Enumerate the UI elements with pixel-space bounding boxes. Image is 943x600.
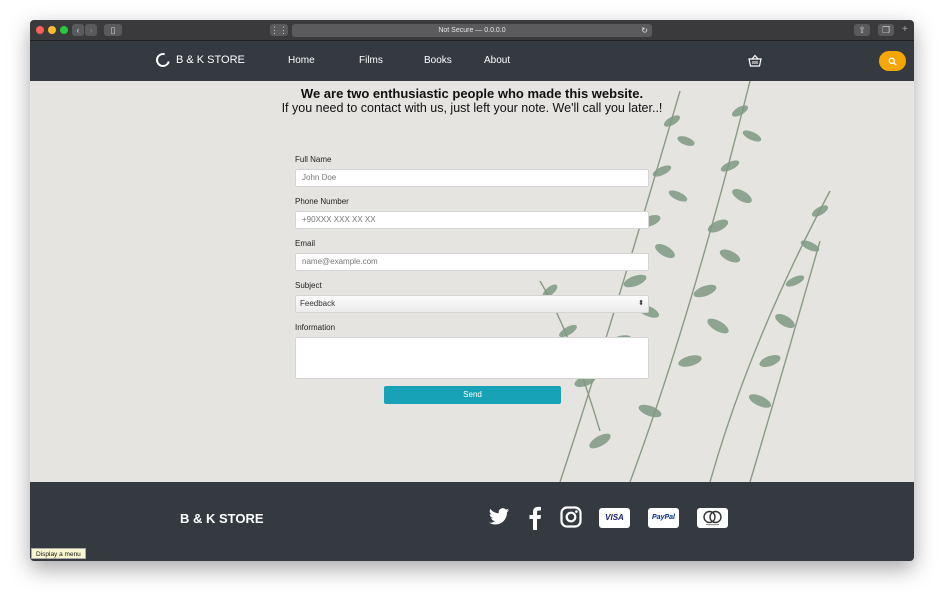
select-arrows-icon: ⬍ — [638, 300, 644, 307]
phone-label: Phone Number — [295, 197, 349, 206]
full-name-input[interactable]: John Doe — [295, 169, 649, 187]
hero-subtitle: If you need to contact with us, just lef… — [281, 101, 663, 115]
site-logo[interactable]: B & K STORE — [153, 50, 245, 70]
subject-label: Subject — [295, 281, 322, 290]
tabs-icon[interactable]: ❐ — [878, 24, 894, 36]
nav-films[interactable]: Films — [359, 55, 383, 66]
sidebar-icon[interactable]: ▯ — [104, 24, 122, 36]
email-label: Email — [295, 239, 316, 248]
hero-title: We are two enthusiastic people who made … — [300, 86, 644, 101]
new-tab-icon[interactable]: + — [902, 24, 908, 35]
full-name-label: Full Name — [295, 155, 332, 164]
facebook-icon[interactable] — [528, 506, 542, 530]
close-window-button[interactable] — [36, 26, 44, 34]
browser-window: ‹ › ▯ ⋮⋮ Not Secure — 0.0.0.0 ↻ ⇧ ❐ + B … — [30, 20, 914, 561]
mastercard-icon — [697, 508, 728, 528]
information-textarea[interactable] — [295, 337, 649, 379]
forward-icon[interactable]: › — [85, 24, 97, 36]
share-icon[interactable]: ⇧ — [854, 24, 870, 36]
site-navbar: B & K STORE Home Films Books About — [30, 41, 914, 81]
minimize-window-button[interactable] — [48, 26, 56, 34]
nav-home[interactable]: Home — [288, 55, 315, 66]
phone-placeholder: +90XXX XXX XX XX — [302, 215, 376, 224]
twitter-icon[interactable] — [488, 506, 510, 528]
full-name-placeholder: John Doe — [302, 173, 337, 182]
phone-input[interactable]: +90XXX XXX XX XX — [295, 211, 649, 229]
logo-ring-icon — [153, 50, 173, 70]
send-button[interactable]: Send — [384, 386, 561, 404]
nav-books[interactable]: Books — [424, 55, 452, 66]
zoom-window-button[interactable] — [60, 26, 68, 34]
cart-icon[interactable] — [748, 54, 762, 68]
subject-selected: Feedback — [300, 299, 336, 308]
browser-titlebar: ‹ › ▯ ⋮⋮ Not Secure — 0.0.0.0 ↻ ⇧ ❐ + — [30, 20, 914, 41]
search-icon — [888, 57, 897, 66]
visa-icon: VISA — [599, 508, 630, 528]
contact-hero: We are two enthusiastic people who made … — [30, 81, 914, 482]
subject-select[interactable]: Feedback ⬍ — [295, 295, 649, 313]
email-input[interactable]: name@example.com — [295, 253, 649, 271]
menu-tooltip: Display a menu — [31, 548, 86, 559]
search-button[interactable] — [879, 51, 906, 71]
email-placeholder: name@example.com — [302, 257, 378, 266]
paypal-icon: PayPal — [648, 508, 679, 528]
back-icon[interactable]: ‹ — [72, 24, 84, 36]
nav-about[interactable]: About — [484, 55, 510, 66]
grid-icon[interactable]: ⋮⋮ — [270, 24, 288, 36]
brand-name: B & K STORE — [176, 54, 245, 66]
address-bar[interactable]: Not Secure — 0.0.0.0 ↻ — [292, 24, 652, 37]
site-footer: B & K STORE VISA PayPal — [30, 482, 914, 561]
footer-brand: B & K STORE — [180, 511, 264, 526]
eucalyptus-background-image — [539, 81, 831, 482]
address-text: Not Secure — 0.0.0.0 — [438, 27, 506, 34]
reload-icon[interactable]: ↻ — [641, 24, 648, 37]
instagram-icon[interactable] — [560, 506, 582, 528]
information-label: Information — [295, 323, 336, 332]
